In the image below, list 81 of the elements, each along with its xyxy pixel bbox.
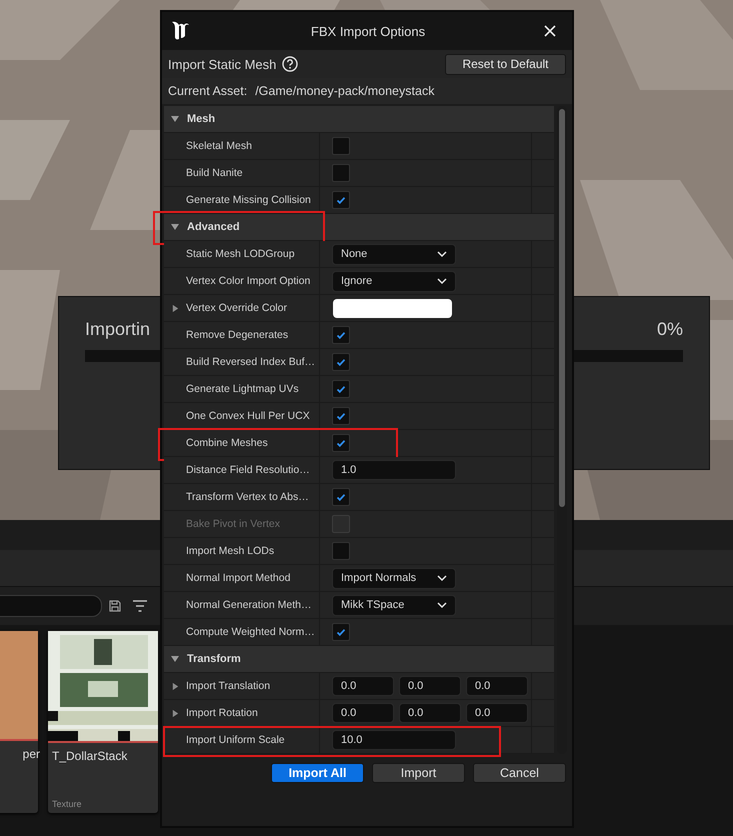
property-label: Generate Lightmap UVs: [186, 383, 299, 395]
dropdown[interactable]: Mikk TSpace: [332, 594, 456, 616]
dropdown[interactable]: None: [332, 244, 456, 264]
property-label: Normal Import Method: [186, 572, 290, 584]
chevron-icon: [437, 602, 447, 608]
property-label: Import Uniform Scale: [186, 734, 285, 746]
checkbox[interactable]: [332, 434, 350, 452]
close-icon[interactable]: [544, 25, 556, 37]
property-label: Compute Weighted Norm…: [186, 626, 315, 638]
chevron-icon: [437, 251, 447, 257]
chevron-icon: [437, 575, 447, 581]
number-field[interactable]: 10.0: [332, 730, 456, 750]
property-label: Import Translation: [186, 680, 270, 692]
number-field[interactable]: 1.0: [332, 460, 456, 480]
asset-name: T_DollarStack: [52, 749, 128, 763]
asset-label: Current Asset:: [168, 84, 248, 98]
filter-icon[interactable]: [133, 600, 147, 612]
checkbox[interactable]: [332, 353, 350, 371]
dropdown[interactable]: Ignore: [332, 270, 456, 292]
property-label: Remove Degenerates: [186, 329, 288, 341]
number-field[interactable]: 0.0: [466, 676, 528, 696]
property-label: Combine Meshes: [186, 437, 268, 449]
asset-path: /Game/money-pack/moneystack: [255, 84, 434, 98]
property-label: Normal Generation Meth…: [186, 599, 312, 611]
property-label: Build Reversed Index Buf…: [186, 356, 315, 368]
property-label: Generate Missing Collision: [186, 194, 311, 206]
checkbox[interactable]: [332, 380, 350, 398]
expand-arrow-icon[interactable]: [171, 682, 180, 690]
asset-name: per: [22, 747, 40, 761]
property-label: Import Rotation: [186, 707, 258, 719]
checkbox[interactable]: [332, 137, 350, 155]
section-title: Advanced: [187, 221, 240, 233]
checkbox[interactable]: [332, 542, 350, 560]
expand-arrow-icon[interactable]: [170, 222, 180, 232]
checkbox[interactable]: [332, 164, 350, 182]
dialog-button[interactable]: Import: [372, 763, 465, 783]
dialog-button[interactable]: Import All: [271, 763, 364, 783]
reset-button[interactable]: Reset to Default: [445, 54, 566, 74]
save-icon[interactable]: [109, 600, 121, 612]
number-field[interactable]: 0.0: [466, 703, 528, 723]
property-label: Vertex Override Color: [186, 302, 287, 314]
property-label: Distance Field Resolutio…: [186, 464, 310, 476]
search-field[interactable]: [0, 595, 102, 617]
expand-arrow-icon[interactable]: [170, 654, 180, 664]
number-field[interactable]: 0.0: [332, 676, 394, 696]
property-label: Transform Vertex to Abs…: [186, 491, 309, 503]
property-label: Vertex Color Import Option: [186, 275, 310, 287]
expand-arrow-icon[interactable]: [171, 304, 180, 312]
number-field[interactable]: 0.0: [399, 703, 461, 723]
progress-label: Importin: [85, 319, 150, 340]
asset-tile[interactable]: T_DollarStack Texture: [48, 631, 158, 813]
dialog-button[interactable]: Cancel: [473, 763, 566, 783]
number-field[interactable]: 0.0: [399, 676, 461, 696]
checkbox[interactable]: [332, 407, 350, 425]
property-label: Bake Pivot in Vertex: [186, 518, 280, 530]
expand-arrow-icon[interactable]: [171, 708, 180, 718]
section-header[interactable]: Transform: [164, 646, 554, 673]
property-label: Import Mesh LODs: [186, 545, 274, 557]
section-title: Mesh: [187, 113, 216, 125]
import-type-label: Import Static Mesh: [168, 56, 276, 72]
number-field[interactable]: 0.0: [332, 703, 394, 723]
dropdown[interactable]: Import Normals: [332, 568, 456, 588]
property-label: Skeletal Mesh: [186, 140, 252, 152]
property-label: Static Mesh LODGroup: [186, 248, 295, 260]
checkbox[interactable]: [332, 488, 350, 506]
window-title: FBX Import Options: [310, 24, 426, 38]
chevron-icon: [437, 278, 447, 284]
property-label: One Convex Hull Per UCX: [186, 410, 310, 422]
checkbox[interactable]: [332, 326, 350, 344]
expand-arrow-icon[interactable]: [170, 114, 180, 124]
help-icon[interactable]: [282, 56, 298, 72]
checkbox[interactable]: [332, 623, 350, 641]
section-header[interactable]: Advanced: [164, 214, 554, 241]
section-header[interactable]: Mesh: [164, 106, 554, 133]
checkbox[interactable]: [332, 191, 350, 209]
color-swatch[interactable]: [333, 298, 452, 318]
property-label: Build Nanite: [186, 167, 243, 179]
progress-percent: 0%: [656, 319, 683, 340]
asset-tile[interactable]: per: [0, 631, 38, 813]
asset-type: Texture: [52, 799, 83, 809]
section-title: Transform: [187, 653, 241, 665]
